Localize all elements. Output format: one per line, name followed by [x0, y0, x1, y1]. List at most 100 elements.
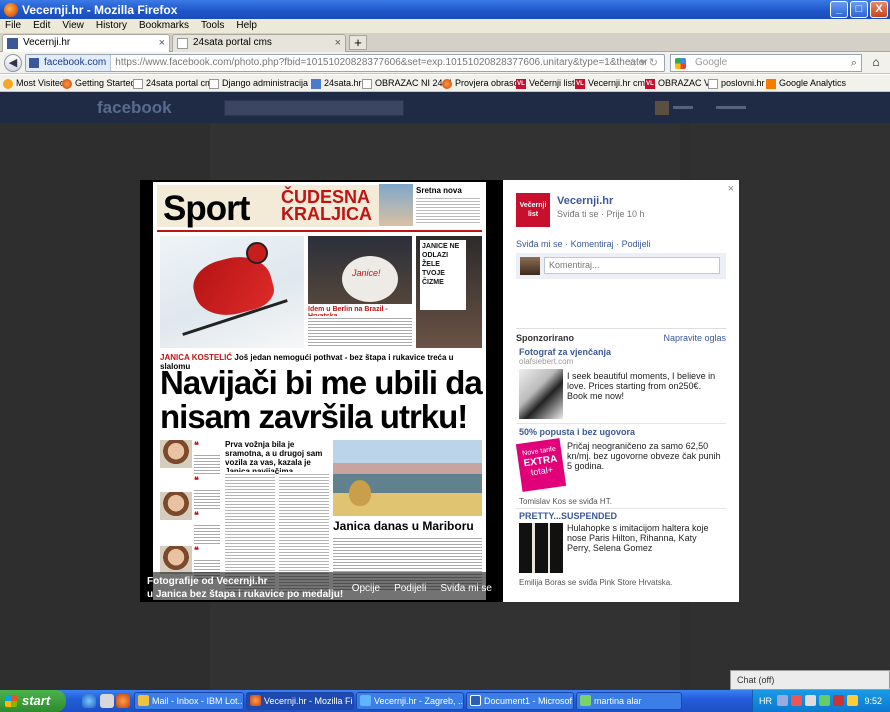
facebook-search-input[interactable]: [224, 100, 404, 116]
start-button[interactable]: start: [0, 690, 66, 712]
ie-icon[interactable]: [82, 694, 96, 708]
desktop-icon[interactable]: [100, 694, 114, 708]
search-input[interactable]: Google ⌕: [670, 54, 862, 72]
ad-pink-store[interactable]: PRETTY...SUSPENDED Hulahopke s imitacijo…: [519, 511, 726, 573]
maximize-button[interactable]: □: [850, 1, 868, 18]
firefox-icon: [62, 79, 72, 89]
chat-bar[interactable]: Chat (off): [730, 670, 890, 690]
menu-history[interactable]: History: [96, 19, 127, 33]
firefox-icon: [442, 79, 452, 89]
like-link[interactable]: Sviđa mi se: [440, 583, 492, 594]
menu-bookmarks[interactable]: Bookmarks: [139, 19, 189, 33]
bookmark-poslovni[interactable]: poslovni.hr: [708, 75, 765, 91]
bookmark-obrazac-vl[interactable]: VL OBRAZAC VL: [645, 75, 715, 91]
google-icon: [675, 58, 686, 69]
menu-help[interactable]: Help: [236, 19, 257, 33]
taskbar-item-chat[interactable]: martina alar: [576, 692, 682, 710]
photo-side-panel: × Večernji list Vecernji.hr Sviđa ti se …: [503, 180, 739, 602]
menu-edit[interactable]: Edit: [33, 19, 50, 33]
antivirus-icon[interactable]: [791, 695, 802, 706]
close-icon[interactable]: ×: [728, 183, 734, 195]
bookmark-vecernji-cms[interactable]: VL Vecernji.hr cms: [575, 75, 650, 91]
fans-photo: Janice!: [308, 236, 412, 304]
page-icon: [311, 79, 321, 89]
ad-badge[interactable]: Nove tarife EXTRA total+: [515, 438, 567, 492]
fan-sign: JANICE NE ODLAZI ŽELE TVOJE ČIZME: [420, 240, 466, 310]
avatar[interactable]: [655, 101, 669, 115]
bookmark-24sata-cms[interactable]: 24sata portal cms: [133, 75, 217, 91]
home-link[interactable]: ▬▬▬: [716, 101, 746, 112]
page-viewport: facebook ▬▬ ▬▬▬ Sport ČUDESNA KRALJICA Sr…: [0, 92, 890, 690]
photo-title: u Janica bez štapa i rukavice po medalju…: [147, 589, 344, 600]
bookmark-google-analytics[interactable]: Google Analytics: [766, 75, 846, 91]
share-link[interactable]: Podijeli: [622, 239, 651, 249]
options-link[interactable]: Opcije: [352, 583, 380, 594]
portrait: [160, 440, 192, 468]
bookmark-provjera[interactable]: Provjera obrasca: [442, 75, 523, 91]
tray-app-icon[interactable]: [847, 695, 858, 706]
url-bar[interactable]: facebook.com https://www.facebook.com/pho…: [25, 54, 665, 72]
user-name-link[interactable]: ▬▬: [673, 101, 693, 112]
comment-link[interactable]: Komentiraj: [571, 239, 614, 249]
bookmark-most-visited[interactable]: Most Visited: [3, 75, 65, 91]
bookmark-star-icon[interactable]: ☆ ▾ ↻: [627, 55, 658, 71]
create-ad-link[interactable]: Napravite oglas: [663, 333, 726, 343]
vl-icon: VL: [516, 79, 526, 89]
divider: [516, 508, 726, 509]
tab-close-icon[interactable]: ×: [159, 35, 165, 51]
page-name-link[interactable]: Vecernji.hr: [557, 195, 613, 207]
clock[interactable]: 9:52: [864, 690, 882, 712]
menu-file[interactable]: File: [5, 19, 21, 33]
minimize-button[interactable]: _: [830, 1, 848, 18]
tab-label: 24sata portal cms: [193, 37, 272, 48]
page-icon: [209, 79, 219, 89]
ad-ht-tariff[interactable]: 50% popusta i bez ugovora Nove tarife EX…: [515, 427, 726, 495]
album-link[interactable]: Fotografije od Vecernji.hr: [147, 576, 268, 587]
tab-vecernji[interactable]: Vecernji.hr ×: [2, 34, 170, 52]
home-icon[interactable]: ⌂: [867, 55, 885, 71]
ad-wedding-photographer[interactable]: Fotograf za vjenčanja olafsiebert.com I …: [519, 347, 726, 421]
ad-title[interactable]: Fotograf za vjenčanja: [519, 347, 726, 357]
url-text: https://www.facebook.com/photo.php?fbid=…: [115, 57, 648, 68]
facebook-logo[interactable]: facebook: [97, 98, 172, 118]
back-button[interactable]: ◀: [4, 54, 22, 72]
firefox-icon[interactable]: [116, 694, 130, 708]
ad-title[interactable]: 50% popusta i bez ugovora: [519, 427, 726, 437]
new-tab-button[interactable]: +: [349, 35, 367, 50]
taskbar-item-mail[interactable]: Mail - Inbox - IBM Lot...: [134, 692, 244, 710]
menu-tools[interactable]: Tools: [201, 19, 224, 33]
volume-icon[interactable]: [805, 695, 816, 706]
tab-24sata-cms[interactable]: 24sata portal cms ×: [172, 34, 346, 52]
bookmark-django[interactable]: Django administracija ...: [209, 75, 318, 91]
menu-view[interactable]: View: [62, 19, 84, 33]
tab-close-icon[interactable]: ×: [335, 35, 341, 51]
ad-body: Pričaj neograničeno za samo 62,50 kn/mj.…: [567, 441, 721, 471]
vecernji-logo[interactable]: Večernji list: [516, 193, 550, 227]
share-link[interactable]: Podijeli: [394, 583, 426, 594]
close-window-button[interactable]: X: [870, 1, 888, 18]
taskbar-item-word[interactable]: Document1 - Microsof...: [466, 692, 574, 710]
quote-mark: ❝: [194, 510, 199, 520]
bookmark-getting-started[interactable]: Getting Started: [62, 75, 136, 91]
update-icon[interactable]: [819, 695, 830, 706]
bookmark-24sata[interactable]: 24sata.hr: [311, 75, 362, 91]
page-icon: [362, 79, 372, 89]
language-indicator[interactable]: HR: [759, 690, 772, 712]
like-link[interactable]: Sviđa mi se: [516, 239, 563, 249]
ad-image[interactable]: [519, 369, 563, 419]
bookmark-vecernji-list[interactable]: VL Večernji list: [516, 75, 575, 91]
search-icon[interactable]: ⌕: [851, 55, 857, 71]
bookmark-obrazac-ni[interactable]: OBRAZAC NI 24 H: [362, 75, 452, 91]
quote-mark: ❝: [194, 440, 199, 450]
newspaper-photo[interactable]: Sport ČUDESNAKRALJICA Sretna nova godina…: [153, 182, 486, 600]
tray-app-icon[interactable]: [833, 695, 844, 706]
site-identity-badge[interactable]: facebook.com: [26, 55, 112, 71]
ad-image[interactable]: [519, 523, 563, 573]
ad-title[interactable]: PRETTY...SUSPENDED: [519, 511, 726, 521]
taskbar-item-vecernji[interactable]: Vecernji.hr - Zagreb, ...: [356, 692, 464, 710]
second-story-title: Janica danas u Mariboru: [333, 519, 474, 533]
taskbar-item-firefox[interactable]: Vecernji.hr - Mozilla Fi...: [246, 692, 354, 710]
analytics-icon: [766, 79, 776, 89]
comment-input[interactable]: Komentiraj...: [544, 257, 720, 274]
network-icon[interactable]: [777, 695, 788, 706]
